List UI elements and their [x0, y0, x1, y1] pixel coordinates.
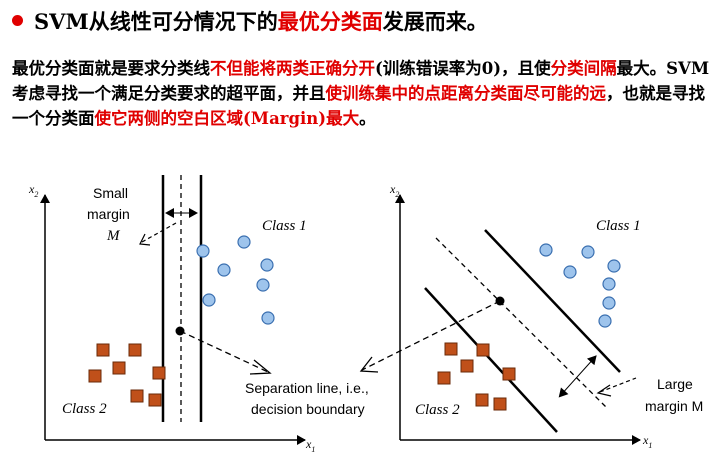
- left-class1-point: [237, 235, 251, 249]
- right-class2-point: [444, 342, 458, 356]
- right-class2-point: [493, 397, 507, 411]
- left-y-axis-label: x2: [28, 182, 38, 199]
- small-margin-label-1: Small: [93, 185, 128, 201]
- right-class2-point: [460, 359, 474, 373]
- small-margin-pointer: [141, 222, 177, 243]
- right-class2-point: [437, 371, 451, 385]
- small-margin-pointer-head: [139, 233, 151, 246]
- left-class1-point: [261, 311, 275, 325]
- right-decision-line: [435, 237, 608, 409]
- right-class1-label: Class 1: [596, 218, 641, 234]
- left-class1-point: [202, 293, 216, 307]
- right-class2-point: [475, 393, 489, 407]
- left-class1-point: [217, 263, 231, 277]
- left-class1-point: [260, 258, 274, 272]
- separation-line-label-1: Separation line, i.e.,: [245, 380, 369, 396]
- left-class2-point: [112, 361, 126, 375]
- right-y-axis-label: x2: [389, 182, 399, 199]
- right-class1-point: [602, 277, 616, 291]
- right-margin-width-arrow: [558, 355, 597, 398]
- callout-pointer-left: [179, 330, 269, 373]
- left-class2-label: Class 2: [62, 401, 107, 417]
- left-class2-point: [130, 389, 144, 403]
- large-margin-pointer: [599, 377, 637, 393]
- right-class1-point: [581, 245, 595, 259]
- left-class2-point: [88, 369, 102, 383]
- separation-line-label-2: decision boundary: [251, 401, 365, 417]
- right-support-dot: [495, 296, 505, 306]
- right-class1-point: [539, 243, 553, 257]
- right-class2-point: [476, 343, 490, 357]
- svm-margin-diagram: x2 x1 Small margin M Class 1 Class 2 Sep…: [28, 175, 703, 454]
- left-class2-point: [128, 343, 142, 357]
- right-class1-point: [598, 314, 612, 328]
- right-margin-line-2: [484, 229, 621, 373]
- left-class2-point: [148, 393, 162, 407]
- small-margin-label-2: margin: [87, 206, 130, 222]
- callout-pointer-right: [361, 300, 501, 371]
- right-figure: x2 x1 Large margin M Class 1 Class 2: [389, 182, 703, 450]
- large-margin-label-2: margin M: [645, 398, 703, 414]
- right-class1-point: [563, 265, 577, 279]
- right-class1-point: [602, 296, 616, 310]
- callout-pointer-left-head: [249, 359, 272, 375]
- small-margin-symbol: M: [106, 228, 121, 244]
- left-class2-point: [96, 343, 110, 357]
- right-class1-point: [607, 259, 621, 273]
- large-margin-label-1: Large: [657, 376, 693, 392]
- left-x-axis-label: x1: [305, 437, 315, 454]
- right-class2-point: [502, 367, 516, 381]
- left-class2-point: [152, 366, 166, 380]
- large-margin-pointer-head: [596, 384, 612, 397]
- left-class1-point: [256, 278, 270, 292]
- left-class1-label: Class 1: [262, 218, 307, 234]
- right-class2-label: Class 2: [415, 402, 460, 418]
- left-class1-point: [196, 244, 210, 258]
- right-x-axis-label: x1: [642, 433, 652, 450]
